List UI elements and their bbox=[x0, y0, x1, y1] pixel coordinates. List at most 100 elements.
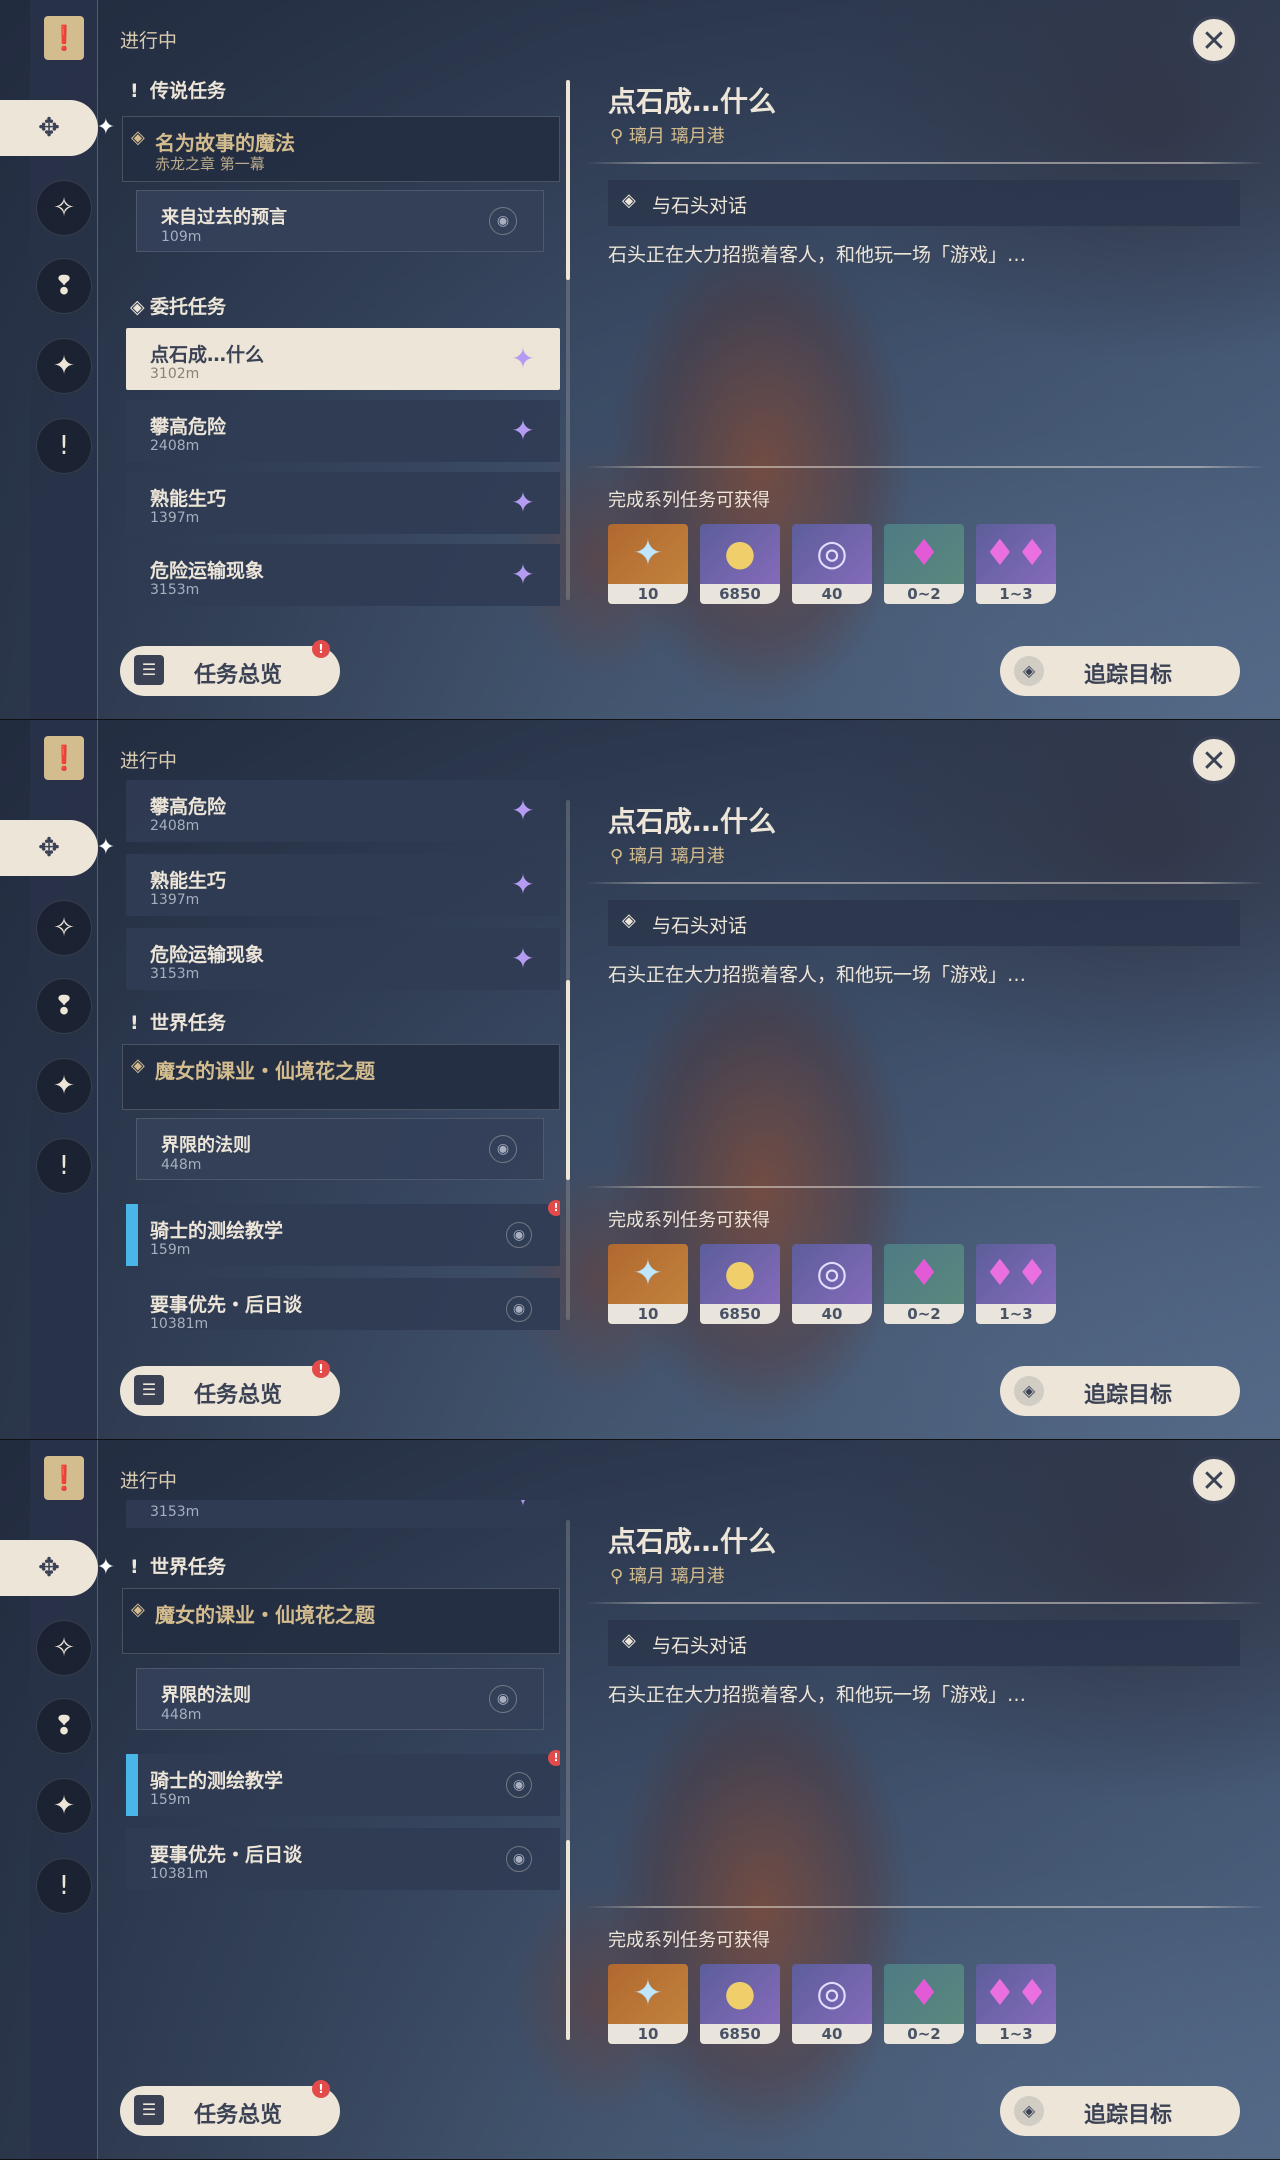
quest-title: 攀高危险 bbox=[150, 796, 227, 818]
reward-item[interactable]: ♦♦ 1~3 bbox=[976, 1964, 1056, 2044]
commission-item[interactable]: 熟能生巧 1397m ✦ bbox=[126, 472, 560, 534]
track-button[interactable]: ◈ 追踪目标 bbox=[1000, 646, 1240, 696]
alert-badge: ! bbox=[312, 640, 330, 658]
location-pin-icon[interactable]: ◉ bbox=[489, 1685, 517, 1713]
commission-item[interactable]: 熟能生巧 1397m ✦ bbox=[126, 854, 560, 916]
world-quest-item-tracked[interactable]: 骑士的测绘教学 159m ◉ ! bbox=[126, 1750, 560, 1816]
close-button[interactable]: ✕ bbox=[1190, 736, 1238, 784]
commission-item[interactable]: 攀高危险 2408m ✦ bbox=[126, 400, 560, 462]
crystal-chunk-icon: ♦ bbox=[907, 1253, 941, 1294]
scrollbar-thumb[interactable] bbox=[566, 80, 570, 280]
quest-overview-button[interactable]: ☰ 任务总览! bbox=[120, 1360, 340, 1416]
commission-item-partial[interactable]: 3153m ✦ bbox=[126, 1500, 560, 1528]
archon-quest-tab-icon[interactable]: ✧ bbox=[36, 180, 92, 236]
commission-item[interactable]: 危险运输现象 3153m ✦ bbox=[126, 928, 560, 990]
quest-list[interactable]: 攀高危险 2408m ✦ 熟能生巧 1397m ✦ 危险运输现象 3153m ✦… bbox=[122, 780, 560, 1330]
reward-item[interactable]: ♦♦ 1~3 bbox=[976, 524, 1056, 604]
list-scrollbar[interactable] bbox=[566, 800, 570, 1320]
track-button[interactable]: ◈ 追踪目标 bbox=[1000, 2086, 1240, 2136]
story-quest-tab-icon[interactable]: ❢ bbox=[36, 978, 92, 1034]
reward-item[interactable]: ♦ 0~2 bbox=[884, 1964, 964, 2044]
bookmark-icon[interactable]: ❗ bbox=[44, 1456, 84, 1500]
quest-overview-button[interactable]: ☰ 任务总览! bbox=[120, 640, 340, 696]
all-quests-tab-icon[interactable]: ✥ bbox=[0, 1540, 115, 1596]
quest-distance: 1397m bbox=[150, 892, 200, 908]
objective-text: 与石头对话 bbox=[652, 195, 748, 217]
scrollbar-thumb[interactable] bbox=[566, 1840, 570, 2040]
archon-quest-tab-icon[interactable]: ✧ bbox=[36, 900, 92, 956]
all-quests-tab-icon[interactable]: ✥ bbox=[0, 820, 115, 876]
mora-icon: ● bbox=[724, 1973, 756, 2014]
reward-item[interactable]: ✦ 10 bbox=[608, 1964, 688, 2044]
reward-item[interactable]: ♦ 0~2 bbox=[884, 1244, 964, 1324]
quest-location: ⚲ 璃月 璃月港 bbox=[610, 126, 725, 147]
location-pin-icon[interactable]: ◉ bbox=[489, 207, 517, 235]
status-label: 进行中 bbox=[120, 750, 178, 772]
scrollbar-thumb[interactable] bbox=[566, 980, 570, 1180]
commission-tab-icon[interactable]: ✦ bbox=[36, 1058, 92, 1114]
quest-list[interactable]: !传说任务 名为故事的魔法 赤龙之章 第一幕 来自过去的预言 109m ◉ ◈委… bbox=[122, 70, 560, 610]
quest-description: 石头正在大力招揽着客人，和他玩一场「游戏」… bbox=[608, 1684, 1027, 1706]
story-quest-tab-icon[interactable]: ❢ bbox=[36, 1698, 92, 1754]
quest-overview-button[interactable]: ☰ 任务总览! bbox=[120, 2080, 340, 2136]
commission-tab-icon[interactable]: ✦ bbox=[36, 338, 92, 394]
archon-quest-header[interactable]: 名为故事的魔法 赤龙之章 第一幕 bbox=[122, 116, 560, 182]
alert-badge: ! bbox=[548, 1200, 560, 1216]
quest-distance: 3153m bbox=[150, 966, 200, 982]
reward-item[interactable]: ♦ 0~2 bbox=[884, 524, 964, 604]
commission-item[interactable]: 危险运输现象 3153m ✦ bbox=[126, 544, 560, 606]
all-quests-tab-icon[interactable]: ✥ bbox=[0, 100, 115, 156]
location-pin-icon[interactable]: ◉ bbox=[506, 1772, 532, 1798]
quest-location: ⚲ 璃月 璃月港 bbox=[610, 846, 725, 867]
reward-item[interactable]: ● 6850 bbox=[700, 1244, 780, 1324]
world-quest-header[interactable]: 魔女的课业・仙境花之题 bbox=[122, 1588, 560, 1654]
world-quest-item[interactable]: 要事优先・后日谈 10381m ◉ bbox=[126, 1278, 560, 1330]
location-pin-icon[interactable]: ◉ bbox=[506, 1296, 532, 1322]
track-button[interactable]: ◈ 追踪目标 bbox=[1000, 1366, 1240, 1416]
bookmark-icon[interactable]: ❗ bbox=[44, 16, 84, 60]
list-scrollbar[interactable] bbox=[566, 1520, 570, 2040]
list-scrollbar[interactable] bbox=[566, 80, 570, 600]
subquest-item[interactable]: 界限的法则 448m ◉ bbox=[136, 1118, 544, 1180]
world-quest-item[interactable]: 要事优先・后日谈 10381m ◉ bbox=[126, 1828, 560, 1890]
subquest-item[interactable]: 来自过去的预言 109m ◉ bbox=[136, 190, 544, 252]
commission-item-selected[interactable]: 点石成…什么 3102m ✦ bbox=[126, 328, 560, 390]
reward-item[interactable]: ◎ 40 bbox=[792, 1244, 872, 1324]
quest-title: 骑士的测绘教学 bbox=[150, 1770, 284, 1792]
divider bbox=[586, 1186, 1266, 1188]
category-archon: ! 传说任务 bbox=[130, 80, 227, 102]
subquest-item[interactable]: 界限的法则 448m ◉ bbox=[136, 1668, 544, 1730]
exclamation-icon: ! bbox=[130, 1556, 139, 1578]
world-quest-tab-icon[interactable]: ! bbox=[36, 418, 92, 474]
quest-location: ⚲ 璃月 璃月港 bbox=[610, 1566, 725, 1587]
world-quest-tab-icon[interactable]: ! bbox=[36, 1138, 92, 1194]
reward-item[interactable]: ◎ 40 bbox=[792, 1964, 872, 2044]
location-pin-icon[interactable]: ◉ bbox=[506, 1846, 532, 1872]
reward-item[interactable]: ✦ 10 bbox=[608, 1244, 688, 1324]
reward-item[interactable]: ♦♦ 1~3 bbox=[976, 1244, 1056, 1324]
close-button[interactable]: ✕ bbox=[1190, 16, 1238, 64]
commission-tab-icon[interactable]: ✦ bbox=[36, 1778, 92, 1834]
quest-list[interactable]: 3153m ✦ !世界任务 魔女的课业・仙境花之题 界限的法则 448m ◉ 骑… bbox=[122, 1500, 560, 2050]
reward-item[interactable]: ◎ 40 bbox=[792, 524, 872, 604]
bookmark-icon[interactable]: ❗ bbox=[44, 736, 84, 780]
close-button[interactable]: ✕ bbox=[1190, 1456, 1238, 1504]
book-icon: ☰ bbox=[134, 2095, 164, 2125]
commission-item[interactable]: 攀高危险 2408m ✦ bbox=[126, 780, 560, 842]
category-commission: ◈ 委托任务 bbox=[130, 296, 227, 318]
alert-badge: ! bbox=[312, 2080, 330, 2098]
archon-quest-tab-icon[interactable]: ✧ bbox=[36, 1620, 92, 1676]
reward-item[interactable]: ● 6850 bbox=[700, 1964, 780, 2044]
objective-text: 与石头对话 bbox=[652, 915, 748, 937]
location-pin-icon[interactable]: ◉ bbox=[489, 1135, 517, 1163]
quest-detail-title: 点石成…什么 bbox=[608, 85, 777, 118]
world-quest-tab-icon[interactable]: ! bbox=[36, 1858, 92, 1914]
reward-item[interactable]: ✦ 10 bbox=[608, 524, 688, 604]
story-quest-tab-icon[interactable]: ❢ bbox=[36, 258, 92, 314]
quest-distance: 2408m bbox=[150, 818, 200, 834]
quest-distance: 1397m bbox=[150, 510, 200, 526]
reward-item[interactable]: ● 6850 bbox=[700, 524, 780, 604]
world-quest-item-tracked[interactable]: 骑士的测绘教学 159m ◉ ! bbox=[126, 1200, 560, 1266]
world-quest-header[interactable]: 魔女的课业・仙境花之题 bbox=[122, 1044, 560, 1110]
location-pin-icon[interactable]: ◉ bbox=[506, 1222, 532, 1248]
